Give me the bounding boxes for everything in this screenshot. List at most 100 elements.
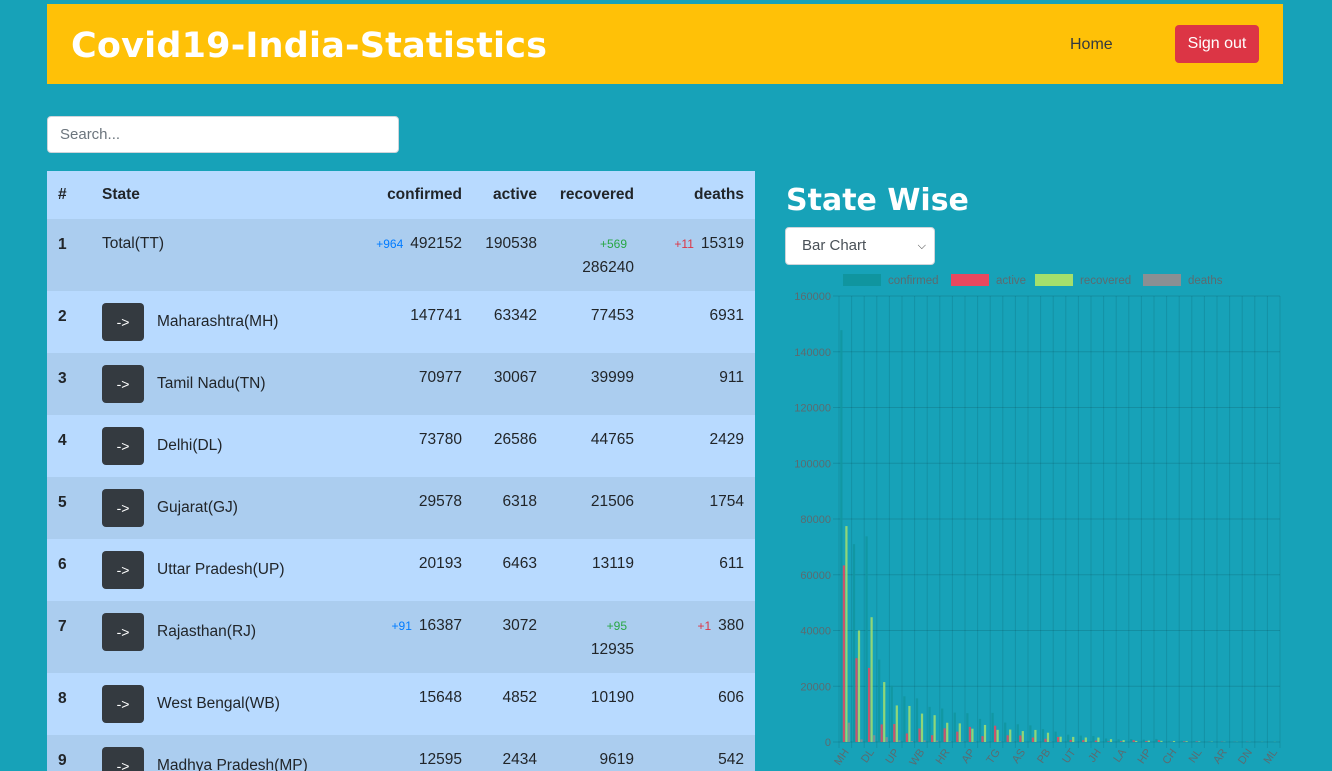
bar-deaths-HR	[949, 741, 951, 742]
header-deaths[interactable]: deaths	[645, 171, 755, 219]
y-tick-label: 120000	[794, 403, 831, 415]
legend-swatch-recovered	[1035, 274, 1073, 286]
row-active: 2434	[473, 735, 548, 771]
row-state: -> Tamil Nadu(TN)	[91, 353, 333, 415]
brand-title[interactable]: Covid19-India-Statistics	[71, 24, 547, 68]
row-state: ->West Bengal(WB)	[91, 673, 333, 735]
bar-confirmed-UT	[1067, 735, 1069, 742]
deaths-delta: +1	[697, 619, 711, 633]
bar-confirmed-WB	[916, 698, 918, 742]
active-value: 6463	[503, 555, 537, 572]
table-row: 7->Rajasthan(RJ)+91163873072+9512935+138…	[47, 601, 755, 673]
header-recovered[interactable]: recovered	[548, 171, 645, 219]
recovered-value: 21506	[591, 493, 634, 510]
row-confirmed: 147741	[333, 291, 473, 353]
row-confirmed: 73780	[333, 415, 473, 477]
state-name: Delhi(DL)	[157, 437, 222, 455]
active-value: 26586	[494, 431, 537, 448]
y-tick-label: 100000	[794, 458, 831, 470]
x-tick-label: DL	[859, 747, 877, 765]
bar-confirmed-LA	[1117, 739, 1119, 742]
bar-active-DL	[868, 668, 870, 742]
bar-recovered-MP	[934, 715, 936, 742]
deaths-value: 611	[719, 555, 744, 572]
state-name: Rajasthan(RJ)	[157, 623, 256, 641]
bar-confirmed-MP	[928, 707, 930, 742]
state-detail-button[interactable]: ->	[102, 685, 144, 723]
row-active: 4852	[473, 673, 548, 735]
confirmed-value: 147741	[410, 307, 462, 324]
bar-recovered-TG	[997, 730, 999, 742]
table-row: 1Total(TT)+964492152190538+569286240+111…	[47, 219, 755, 291]
row-state: Total(TT)	[91, 219, 333, 291]
bar-active-MN	[1158, 740, 1160, 742]
bar-active-WB	[918, 728, 920, 742]
state-name: Tamil Nadu(TN)	[157, 375, 266, 393]
state-cell: ->West Bengal(WB)	[102, 685, 322, 723]
bar-deaths-RJ	[911, 741, 913, 742]
row-number: 1	[47, 219, 91, 291]
confirmed-value: 29578	[419, 493, 462, 510]
bar-active-AP	[969, 727, 971, 742]
bar-recovered-CH	[1173, 741, 1175, 742]
header-confirmed[interactable]: confirmed	[333, 171, 473, 219]
bar-confirmed-RJ	[903, 696, 905, 742]
search-input[interactable]	[47, 116, 399, 153]
state-detail-button[interactable]: ->	[102, 427, 144, 465]
header-num: #	[47, 171, 91, 219]
row-recovered: 39999	[548, 353, 645, 415]
row-recovered: 21506	[548, 477, 645, 539]
legend-label-active: active	[996, 275, 1026, 287]
state-detail-button[interactable]: ->	[102, 747, 144, 771]
state-detail-button[interactable]: ->	[102, 551, 144, 589]
bar-active-PY	[1183, 741, 1185, 742]
bar-recovered-MN	[1160, 741, 1162, 742]
state-detail-button[interactable]: ->	[102, 365, 144, 403]
x-tick-label: NL	[1187, 747, 1205, 765]
row-recovered: 10190	[548, 673, 645, 735]
confirmed-value: 70977	[419, 369, 462, 386]
table-header-row: # State confirmed active recovered death…	[47, 171, 755, 219]
table-row: 9->Madhya Pradesh(MP)1259524349619542	[47, 735, 755, 771]
state-detail-button[interactable]: ->	[102, 613, 144, 651]
bar-recovered-GJ	[883, 682, 885, 742]
chart-type-select[interactable]: Bar Chart ⌵	[785, 227, 935, 265]
state-wise-chart: 0200004000060000800001000001200001400001…	[785, 268, 1285, 769]
bar-active-RJ	[906, 733, 908, 742]
row-active: 30067	[473, 353, 548, 415]
bar-confirmed-DL	[865, 536, 867, 742]
bar-recovered-GA	[1135, 741, 1137, 742]
row-number: 7	[47, 601, 91, 673]
row-active: 26586	[473, 415, 548, 477]
bar-active-CT	[1082, 740, 1084, 742]
recovered-value: 286240	[582, 259, 634, 277]
chart-title: State Wise	[786, 183, 969, 218]
bar-recovered-WB	[921, 714, 923, 742]
bar-recovered-TR	[1110, 739, 1112, 742]
bar-active-OR	[1032, 738, 1034, 742]
row-number: 8	[47, 673, 91, 735]
bar-deaths-DL	[873, 735, 875, 742]
state-detail-button[interactable]: ->	[102, 489, 144, 527]
row-confirmed: 70977	[333, 353, 473, 415]
signout-button[interactable]: Sign out	[1175, 25, 1259, 63]
nav-home-link[interactable]: Home	[1070, 36, 1113, 54]
x-tick-label: AS	[1010, 747, 1028, 766]
bar-recovered-TN	[858, 631, 860, 742]
state-detail-button[interactable]: ->	[102, 303, 144, 341]
row-number: 4	[47, 415, 91, 477]
bar-recovered-UT	[1072, 737, 1074, 742]
state-cell: -> Tamil Nadu(TN)	[102, 365, 322, 403]
recovered-value: 13119	[592, 555, 634, 572]
bar-recovered-AP	[971, 729, 973, 742]
bar-confirmed-TR	[1105, 738, 1107, 742]
row-number: 5	[47, 477, 91, 539]
x-tick-label: TG	[984, 747, 1003, 766]
row-confirmed: +964492152	[333, 219, 473, 291]
bar-deaths-GJ	[886, 737, 888, 742]
bar-active-GA	[1133, 740, 1135, 742]
legend-swatch-active	[951, 274, 989, 286]
header-active[interactable]: active	[473, 171, 548, 219]
bar-confirmed-MH	[840, 330, 842, 742]
bar-confirmed-JK	[1004, 723, 1006, 742]
